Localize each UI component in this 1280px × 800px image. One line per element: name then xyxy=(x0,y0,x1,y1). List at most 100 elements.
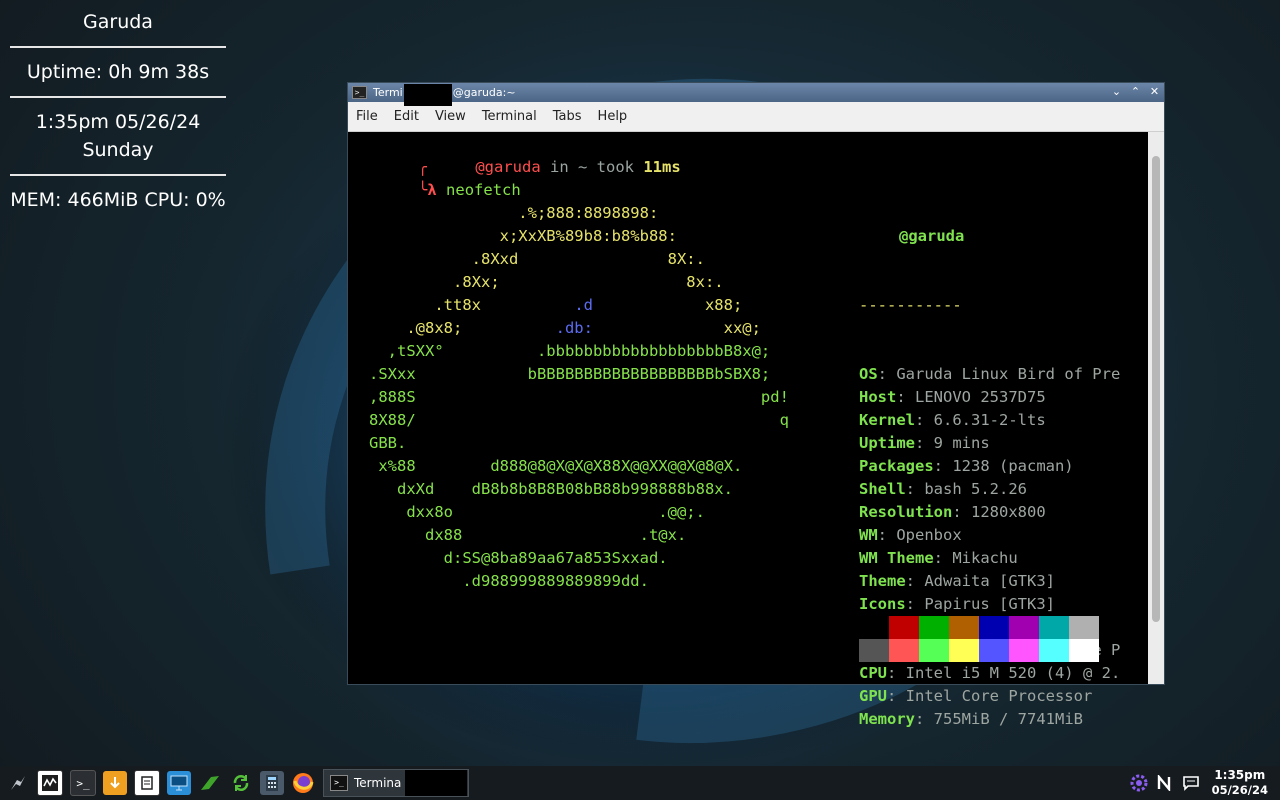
palette-swatch xyxy=(919,616,949,639)
terminal-output[interactable]: ╭ @garuda in ~ took 11ms ╰λ neofetch .%;8… xyxy=(348,132,1148,728)
menu-view[interactable]: View xyxy=(427,109,474,124)
logo-line: .d988999889889899dd. xyxy=(369,572,649,590)
palette-swatch xyxy=(979,616,1009,639)
logo-line: .@8x8; .db: xx@; xyxy=(369,319,761,337)
logo-line: ,tSXX° .bbbbbbbbbbbbbbbbbbbB8x@; xyxy=(369,342,771,360)
palette-swatch xyxy=(1009,639,1039,662)
info-colon: : xyxy=(905,572,925,590)
clock[interactable]: 1:35pm 05/26/24 xyxy=(1212,768,1268,798)
info-colon: : xyxy=(915,434,934,452)
firefox-icon[interactable] xyxy=(291,771,315,795)
terminal-icon: >_ xyxy=(330,775,348,791)
terminal-window[interactable]: >_ Termi @garuda:~ ⌄ ⌃ ✕ File Edit View … xyxy=(347,82,1165,728)
conky-uptime: Uptime: 0h 9m 38s xyxy=(10,48,226,98)
menu-help[interactable]: Help xyxy=(590,109,636,124)
network-icon[interactable] xyxy=(1154,772,1176,794)
menu-terminal[interactable]: Terminal xyxy=(474,109,545,124)
system-tray: 1:35pm 05/26/24 xyxy=(1128,766,1280,800)
info-colon: : xyxy=(952,503,971,521)
close-icon[interactable]: ✕ xyxy=(1149,85,1160,99)
info-row: WM: Openbox xyxy=(859,524,1120,547)
logo-line: .8Xx; 8x:. xyxy=(369,273,724,291)
logo-line: dxXd dB8b8b8B8B08bB88b998888b88x. xyxy=(369,480,733,498)
logo-line: .tt8x .d x88; xyxy=(369,296,743,314)
scrollbar-thumb[interactable] xyxy=(1152,156,1160,622)
info-user: @garuda xyxy=(899,227,965,245)
redacted-username xyxy=(859,226,899,247)
display-icon[interactable] xyxy=(167,771,191,795)
info-value: bash 5.2.26 xyxy=(924,480,1027,498)
menu-edit[interactable]: Edit xyxy=(386,109,427,124)
prompt-corner-icon: ╰ xyxy=(418,181,428,199)
maximize-icon[interactable]: ⌃ xyxy=(1130,85,1141,99)
download-icon[interactable] xyxy=(103,771,127,795)
info-colon: : xyxy=(887,687,906,705)
minimize-icon[interactable]: ⌄ xyxy=(1111,85,1122,99)
terminal-icon[interactable]: >_ xyxy=(70,770,96,796)
info-row: GPU: Intel Core Processor xyxy=(859,685,1120,708)
info-colon: : xyxy=(896,388,915,406)
info-colon: : xyxy=(933,457,953,475)
settings-gear-icon[interactable] xyxy=(1128,772,1150,794)
redacted-username xyxy=(403,83,452,106)
conky-stats: MEM: 466MiB CPU: 0% xyxy=(10,189,226,211)
chat-icon[interactable] xyxy=(1180,772,1202,794)
menu-file[interactable]: File xyxy=(348,109,386,124)
palette-swatch xyxy=(1009,616,1039,639)
system-monitor-icon[interactable] xyxy=(37,770,63,796)
info-value: Intel i5 M 520 (4) @ 2. xyxy=(905,664,1121,682)
info-colon: : xyxy=(915,411,934,429)
info-value: 6.6.31-2-lts xyxy=(933,411,1046,429)
info-colon: : xyxy=(877,365,897,383)
taskbar-terminal-task[interactable]: >_ Termina xyxy=(323,769,469,797)
logo-line: GBB. xyxy=(369,434,407,452)
palette-swatch xyxy=(919,639,949,662)
conky-datetime: 1:35pm 05/26/24 Sunday xyxy=(10,98,226,176)
info-row: Resolution: 1280x800 xyxy=(859,501,1120,524)
command-text: neofetch xyxy=(446,181,521,199)
logo-line: x%88 d888@8@X@X@X88X@@XX@@X@8@X. xyxy=(369,457,743,475)
logo-line: dx88 .t@x. xyxy=(369,526,687,544)
info-key: WM Theme xyxy=(859,549,934,567)
garuda-icon[interactable] xyxy=(198,771,222,795)
rocket-icon[interactable] xyxy=(6,771,30,795)
info-colon: : xyxy=(933,549,953,567)
logo-accent: .d xyxy=(574,296,593,314)
logo-line: d:SS@8ba89aa67a853Sxxad. xyxy=(369,549,668,567)
neofetch-info: @garuda ----------- OS: Garuda Linux Bir… xyxy=(859,179,1120,777)
info-key: CPU xyxy=(859,664,887,682)
window-controls: ⌄ ⌃ ✕ xyxy=(1111,85,1160,99)
info-key: Kernel xyxy=(859,411,915,429)
info-key: Uptime xyxy=(859,434,915,452)
prompt-took: took xyxy=(587,158,644,176)
task-label: Termina xyxy=(354,776,402,790)
info-rows: OS: Garuda Linux Bird of Pre Host: LENOVO… xyxy=(859,363,1120,731)
palette-swatch xyxy=(1069,616,1099,639)
prompt-time: 11ms xyxy=(643,158,681,176)
palette-swatch xyxy=(859,639,889,662)
info-value: 1280x800 xyxy=(971,503,1046,521)
menu-tabs[interactable]: Tabs xyxy=(545,109,590,124)
logo-line: 8X88/ q xyxy=(369,411,789,429)
info-separator: ----------- xyxy=(859,296,962,314)
color-palette xyxy=(859,616,1099,662)
logo-line: x;XxXB%89b8:b8%b88: xyxy=(369,227,677,245)
notes-icon[interactable] xyxy=(134,770,160,796)
prompt-dir: ~ xyxy=(578,158,588,176)
info-key: Host xyxy=(859,388,897,406)
info-key: Resolution xyxy=(859,503,953,521)
info-value: 755MiB / 7741MiB xyxy=(933,710,1083,728)
calculator-icon[interactable] xyxy=(260,771,284,795)
window-titlebar[interactable]: >_ Termi @garuda:~ ⌄ ⌃ ✕ xyxy=(348,83,1164,106)
clock-time: 1:35pm xyxy=(1214,768,1266,782)
info-value: 9 mins xyxy=(933,434,990,452)
menubar: File Edit View Terminal Tabs Help xyxy=(348,102,1164,132)
info-key: OS xyxy=(859,365,878,383)
info-value: LENOVO 2537D75 xyxy=(915,388,1046,406)
palette-swatch xyxy=(1039,639,1069,662)
scrollbar[interactable] xyxy=(1148,132,1164,684)
refresh-icon[interactable] xyxy=(229,771,253,795)
info-key: GPU xyxy=(859,687,887,705)
info-row: Packages: 1238 (pacman) xyxy=(859,455,1120,478)
info-colon: : xyxy=(877,526,897,544)
